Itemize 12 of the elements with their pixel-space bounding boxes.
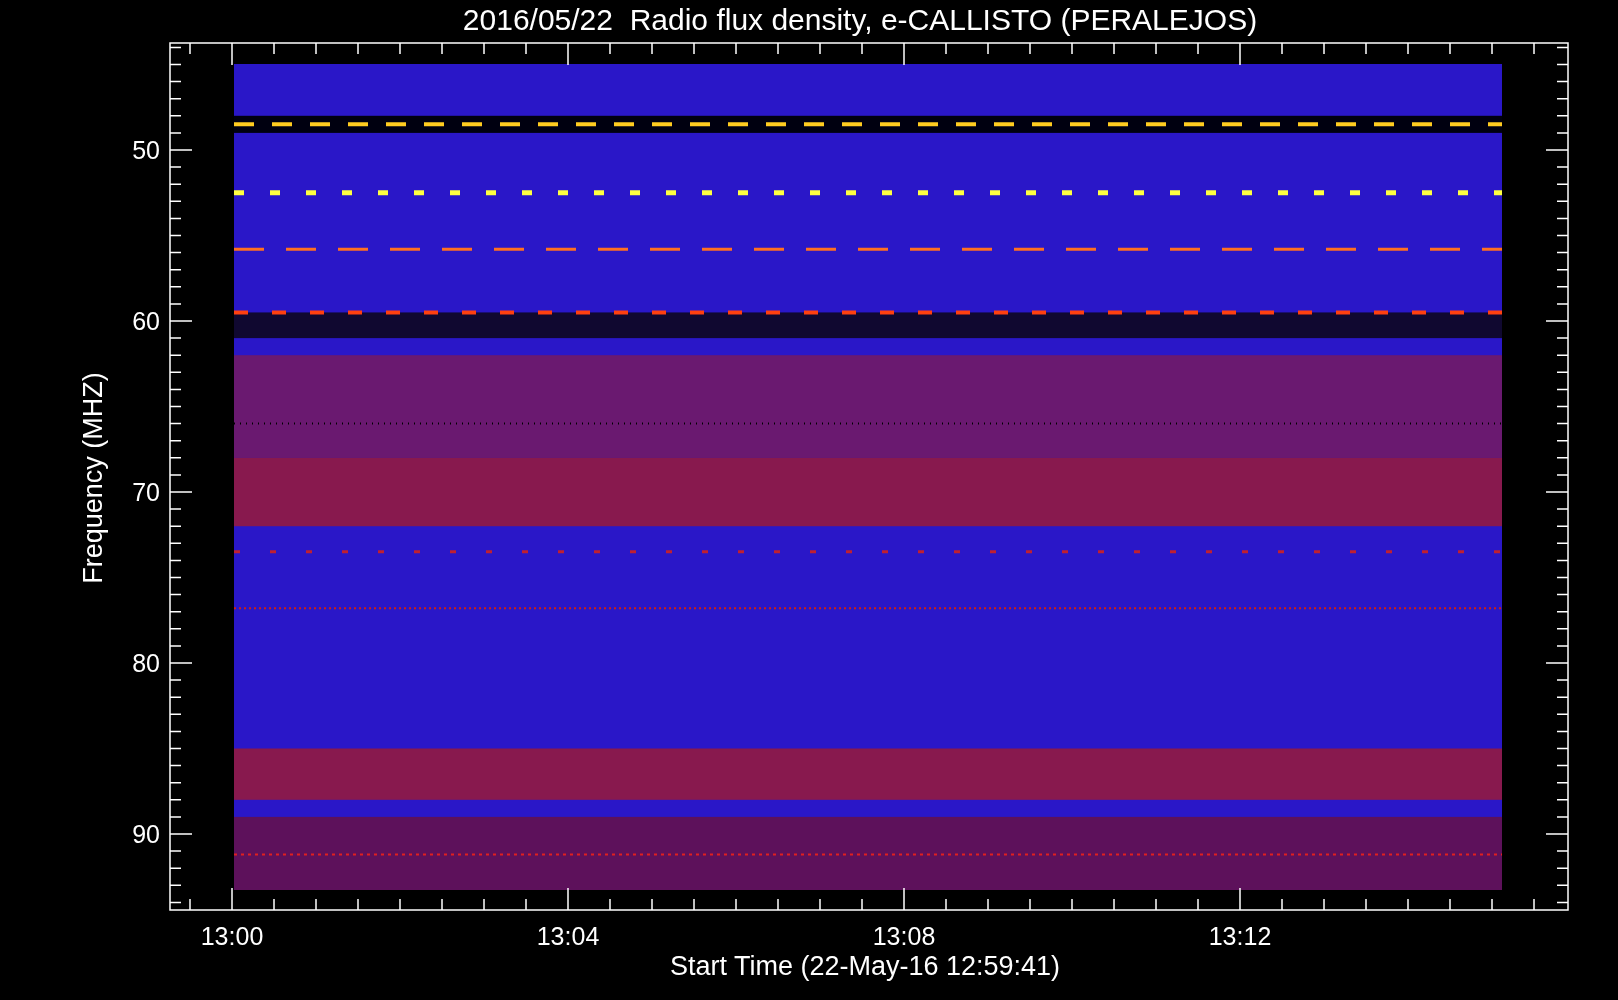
axis-label: Frequency (MHZ): [78, 372, 108, 584]
tick-label: 90: [132, 820, 160, 848]
tick-label: 13:12: [1208, 922, 1272, 950]
axis-label: Start Time (22-May-16 12:59:41): [669, 951, 1061, 981]
tick-label: 50: [132, 136, 160, 164]
plot-title: 2016/05/22 Radio flux density, e-CALLISTO (PERALEJOS): [462, 3, 1258, 36]
tick-label: 60: [132, 307, 160, 335]
tick-label: 13:04: [536, 922, 600, 950]
tick-label: 13:08: [872, 922, 936, 950]
tick-label: 80: [132, 649, 160, 677]
tick-label: 13:00: [200, 922, 264, 950]
tick-label: 70: [132, 478, 160, 506]
